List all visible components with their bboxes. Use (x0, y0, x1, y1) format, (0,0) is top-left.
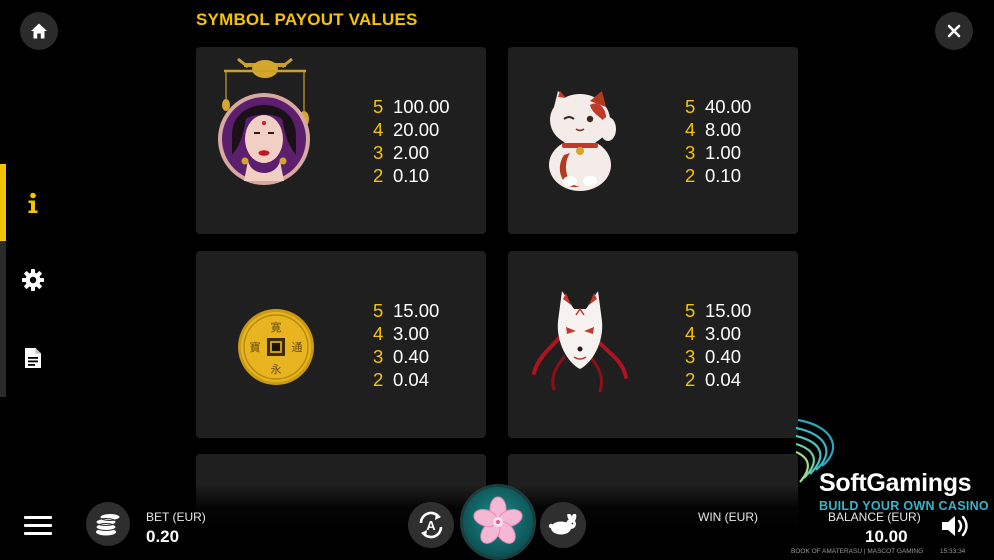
payout-count: 2 (373, 369, 384, 390)
autoplay-letter: A (426, 518, 436, 533)
payout-row: 3 1.00 (685, 141, 751, 164)
payout-count: 4 (373, 119, 384, 140)
sound-button[interactable] (940, 513, 970, 539)
payout-row: 5 15.00 (373, 299, 439, 322)
payout-value: 0.04 (393, 369, 430, 390)
payout-row: 2 0.04 (685, 368, 751, 391)
side-item-settings[interactable] (10, 257, 56, 303)
coin-glyph-left: 寶 (250, 340, 261, 354)
payout-value: 0.04 (705, 369, 742, 390)
balance-label: BALANCE (EUR) (828, 510, 921, 524)
payout-row: 5 40.00 (685, 95, 751, 118)
coin-symbol: 寛 永 寶 通 (238, 309, 314, 385)
payout-count: 2 (685, 165, 696, 186)
coin-stack-icon (95, 513, 121, 536)
payout-row: 4 8.00 (685, 118, 751, 141)
payout-value: 1.00 (705, 142, 742, 163)
game-credit: BOOK OF AMATERASU | MASCOT GAMING (791, 548, 924, 555)
payout-row: 3 2.00 (373, 141, 450, 164)
page-title: SYMBOL PAYOUT VALUES (196, 10, 418, 29)
payout-value: 3.00 (705, 323, 742, 344)
sakura-flower-icon (473, 496, 523, 544)
autoplay-button[interactable]: A (408, 502, 454, 548)
payout-count: 5 (373, 300, 384, 321)
close-button[interactable] (935, 12, 973, 50)
bet-value: 0.20 (146, 527, 180, 546)
home-icon (31, 23, 47, 39)
payout-list: 5 100.00 4 20.00 3 2.00 2 0.10 (373, 95, 450, 187)
payout-list: 5 15.00 4 3.00 3 0.40 2 0.04 (373, 299, 439, 391)
payout-value: 3.00 (393, 323, 430, 344)
spin-button[interactable] (460, 484, 536, 560)
payout-count: 3 (373, 346, 384, 367)
fox-mask-symbol (532, 291, 628, 393)
lucky-cat-symbol (549, 91, 616, 191)
autoplay-icon: A (419, 511, 443, 539)
payout-value: 0.40 (393, 346, 430, 367)
win-label: WIN (EUR) (698, 510, 758, 524)
payout-count: 5 (685, 300, 696, 321)
payout-count: 4 (373, 323, 384, 344)
home-button[interactable] (20, 12, 58, 50)
payout-count: 3 (685, 142, 696, 163)
payout-value: 100.00 (393, 96, 450, 117)
payout-count: 2 (685, 369, 696, 390)
payout-row: 3 0.40 (373, 345, 439, 368)
rabbit-icon (548, 514, 577, 535)
geisha-symbol (218, 57, 310, 185)
symbol-card-coin: 寛 永 寶 通 5 15.00 4 3.00 3 0.40 2 0.04 (196, 251, 486, 438)
side-nav-active-indicator (0, 164, 6, 241)
clock: 15:33:34 (940, 548, 966, 555)
payout-list: 5 40.00 4 8.00 3 1.00 2 0.10 (685, 95, 751, 187)
bet-button[interactable] (86, 502, 130, 546)
payout-row: 4 3.00 (685, 322, 751, 345)
payout-count: 5 (685, 96, 696, 117)
hamburger-icon (24, 516, 52, 519)
payout-count: 2 (373, 165, 384, 186)
coin-glyph-bottom: 永 (271, 362, 282, 376)
side-item-info[interactable] (10, 180, 56, 226)
payout-count: 4 (685, 323, 696, 344)
menu-button[interactable] (24, 513, 52, 539)
speaker-icon (942, 515, 968, 537)
payout-value: 8.00 (705, 119, 742, 140)
symbol-card-geisha: 5 100.00 4 20.00 3 2.00 2 0.10 (196, 47, 486, 234)
gear-icon (22, 269, 44, 291)
hamburger-icon (24, 524, 52, 527)
payout-count: 3 (685, 346, 696, 367)
payout-value: 0.10 (705, 165, 742, 186)
payout-row: 5 100.00 (373, 95, 450, 118)
balance-value: 10.00 (865, 527, 908, 546)
payout-value: 40.00 (705, 96, 752, 117)
hamburger-icon (24, 532, 52, 535)
coin-glyph-top: 寛 (271, 320, 282, 334)
payout-value: 15.00 (705, 300, 752, 321)
payout-value: 2.00 (393, 142, 430, 163)
payout-value: 15.00 (393, 300, 440, 321)
turbo-button[interactable] (540, 502, 586, 548)
info-icon (28, 192, 38, 213)
coin-glyph-right: 通 (292, 341, 303, 354)
payout-list: 5 15.00 4 3.00 3 0.40 2 0.04 (685, 299, 751, 391)
close-icon (947, 24, 961, 38)
payout-row: 3 0.40 (685, 345, 751, 368)
payout-value: 20.00 (393, 119, 440, 140)
payout-count: 3 (373, 142, 384, 163)
payout-row: 2 0.10 (685, 164, 751, 187)
symbol-card-fox-mask: 5 15.00 4 3.00 3 0.40 2 0.04 (508, 251, 798, 438)
bet-label: BET (EUR) (146, 510, 206, 524)
payout-value: 0.10 (393, 165, 430, 186)
payout-row: 2 0.04 (373, 368, 439, 391)
payout-value: 0.40 (705, 346, 742, 367)
payout-row: 2 0.10 (373, 164, 450, 187)
side-item-rules[interactable] (10, 335, 56, 381)
payout-row: 5 15.00 (685, 299, 751, 322)
document-icon (25, 348, 41, 368)
payout-count: 5 (373, 96, 384, 117)
watermark-name: SoftGamings (819, 469, 972, 497)
payout-row: 4 20.00 (373, 118, 450, 141)
payout-count: 4 (685, 119, 696, 140)
payout-row: 4 3.00 (373, 322, 439, 345)
symbol-card-lucky-cat: 5 40.00 4 8.00 3 1.00 2 0.10 (508, 47, 798, 234)
